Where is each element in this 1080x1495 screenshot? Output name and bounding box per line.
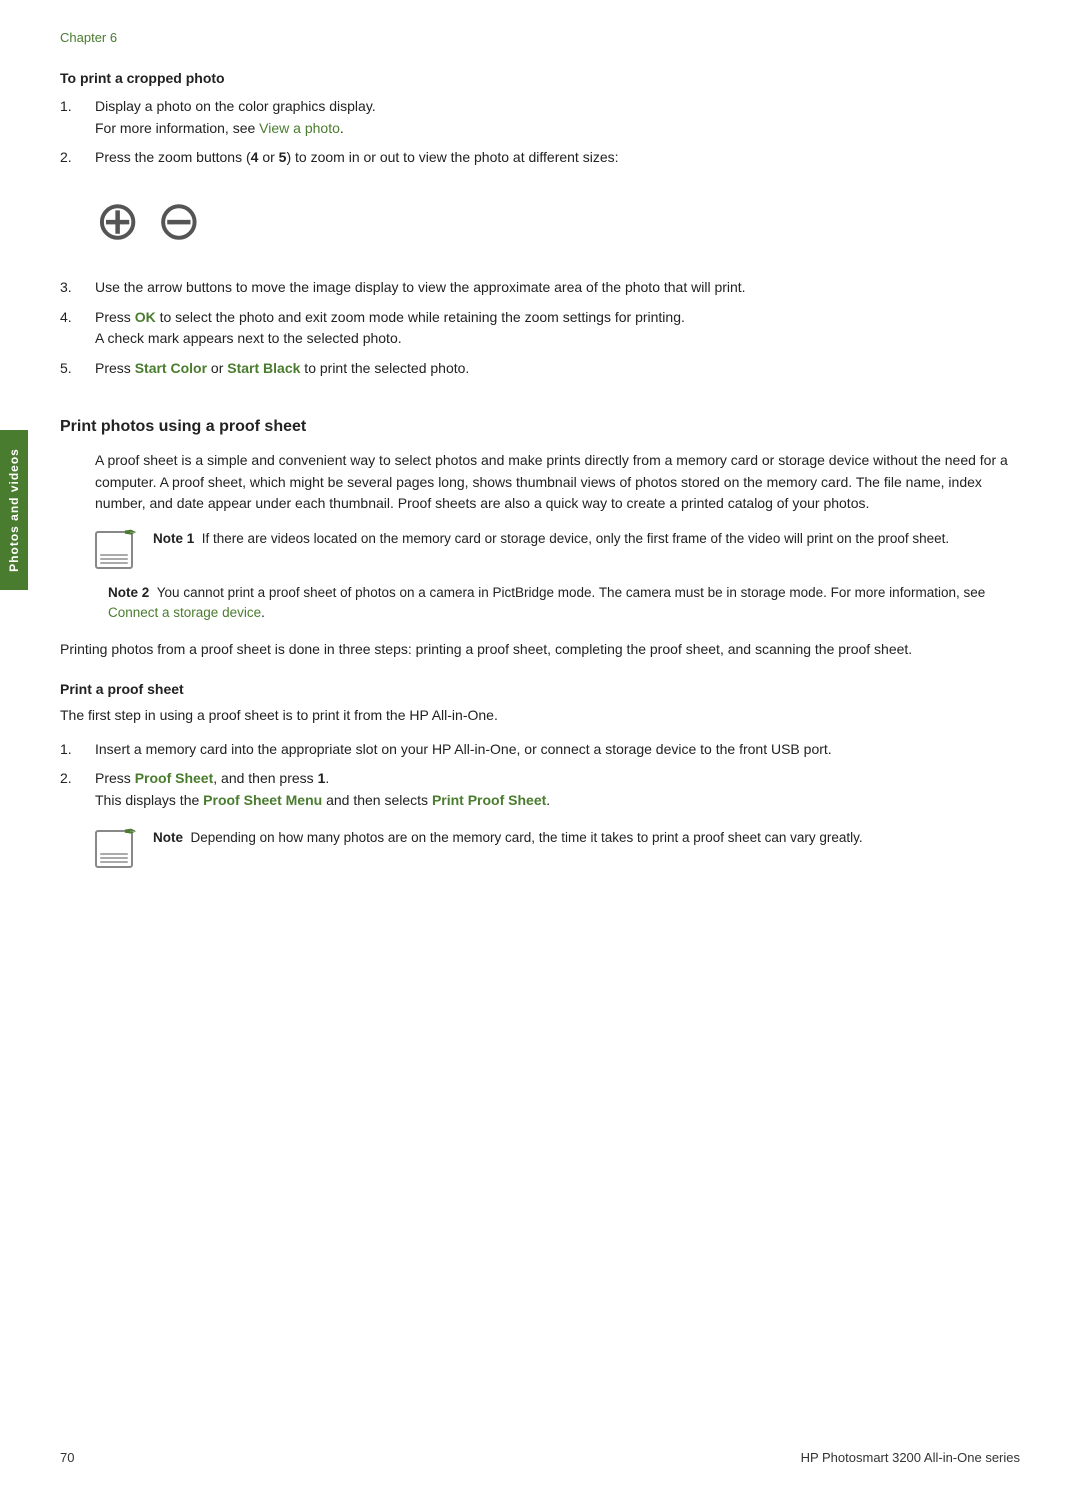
note-3-label: Note [153, 830, 183, 845]
step-4-content: Press OK to select the photo and exit zo… [95, 307, 1020, 350]
key-5: 5 [279, 149, 287, 165]
step-3-content: Use the arrow buttons to move the image … [95, 277, 1020, 299]
main-content: Chapter 6 To print a cropped photo 1. Di… [60, 0, 1020, 944]
cropped-steps-list: 1. Display a photo on the color graphics… [60, 96, 1020, 169]
step-5-content: Press Start Color or Start Black to prin… [95, 358, 1020, 380]
note-2-label: Note 2 [108, 585, 149, 600]
proof-step-2-number: 2. [60, 768, 95, 811]
note-pen-icon: ✒ [124, 523, 137, 543]
key-start-black: Start Black [227, 360, 300, 376]
step-4: 4. Press OK to select the photo and exit… [60, 307, 1020, 350]
note-2-box: Note 2 You cannot print a proof sheet of… [108, 583, 1020, 624]
page-container: Photos and videos Chapter 6 To print a c… [0, 0, 1080, 1495]
note-3-box: ✒ Note Depending on how many photos are … [95, 828, 1020, 868]
footer-product-name: HP Photosmart 3200 All-in-One series [801, 1450, 1020, 1465]
step-1-content: Display a photo on the color graphics di… [95, 96, 1020, 139]
note-2-text: You cannot print a proof sheet of photos… [108, 585, 985, 620]
step-3: 3. Use the arrow buttons to move the ima… [60, 277, 1020, 299]
step-2-content: Press the zoom buttons (4 or 5) to zoom … [95, 147, 1020, 169]
print-proof-sheet-body: The first step in using a proof sheet is… [60, 705, 1020, 727]
note-1-box: ✒ Note 1 If there are videos located on … [95, 529, 1020, 569]
step-1-number: 1. [60, 96, 95, 139]
cropped-photo-heading: To print a cropped photo [60, 70, 1020, 86]
key-ok: OK [135, 309, 156, 325]
proof-step-1-number: 1. [60, 739, 95, 761]
key-proof-sheet: Proof Sheet [135, 770, 214, 786]
zoom-in-icon: ⊕ [95, 189, 148, 252]
note-1-label: Note 1 [153, 531, 194, 546]
proof-summary-text: Printing photos from a proof sheet is do… [60, 639, 1020, 661]
note-1-icon: ✒ [95, 531, 143, 569]
note-1-text: If there are videos located on the memor… [202, 531, 949, 546]
proof-sheet-body: A proof sheet is a simple and convenient… [95, 450, 1020, 515]
step-1: 1. Display a photo on the color graphics… [60, 96, 1020, 139]
note-3-text: Depending on how many photos are on the … [191, 830, 863, 845]
step-4-number: 4. [60, 307, 95, 350]
page-footer: 70 HP Photosmart 3200 All-in-One series [60, 1450, 1020, 1465]
sidebar-tab: Photos and videos [0, 430, 28, 590]
proof-step-2: 2. Press Proof Sheet, and then press 1. … [60, 768, 1020, 811]
zoom-out-icon: ⊖ [156, 189, 209, 252]
proof-steps-list: 1. Insert a memory card into the appropr… [60, 739, 1020, 812]
proof-step-2-content: Press Proof Sheet, and then press 1. Thi… [95, 768, 1020, 811]
step-3-number: 3. [60, 277, 95, 299]
note-3-content: Note Depending on how many photos are on… [153, 828, 1020, 848]
view-photo-link[interactable]: View a photo [259, 120, 340, 136]
key-start-color: Start Color [135, 360, 207, 376]
key-proof-sheet-menu: Proof Sheet Menu [203, 792, 322, 808]
connect-storage-link[interactable]: Connect a storage device [108, 605, 261, 620]
key-1: 1 [318, 770, 326, 786]
proof-step-1: 1. Insert a memory card into the appropr… [60, 739, 1020, 761]
step-2-number: 2. [60, 147, 95, 169]
print-proof-sheet-heading: Print a proof sheet [60, 681, 1020, 697]
proof-step-1-content: Insert a memory card into the appropriat… [95, 739, 1020, 761]
chapter-label: Chapter 6 [60, 30, 1020, 45]
note-1-content: Note 1 If there are videos located on th… [153, 529, 1020, 549]
step-5-number: 5. [60, 358, 95, 380]
cropped-steps-list-2: 3. Use the arrow buttons to move the ima… [60, 277, 1020, 380]
zoom-icons-area: ⊕ ⊖ [95, 189, 1020, 252]
footer-page-number: 70 [60, 1450, 74, 1465]
step-5: 5. Press Start Color or Start Black to p… [60, 358, 1020, 380]
key-print-proof-sheet: Print Proof Sheet [432, 792, 546, 808]
proof-sheet-heading: Print photos using a proof sheet [60, 418, 1020, 436]
note-3-icon: ✒ [95, 830, 143, 868]
note-3-pen-icon: ✒ [124, 822, 137, 842]
sidebar-tab-label: Photos and videos [7, 448, 21, 572]
key-4: 4 [251, 149, 259, 165]
step-2: 2. Press the zoom buttons (4 or 5) to zo… [60, 147, 1020, 169]
